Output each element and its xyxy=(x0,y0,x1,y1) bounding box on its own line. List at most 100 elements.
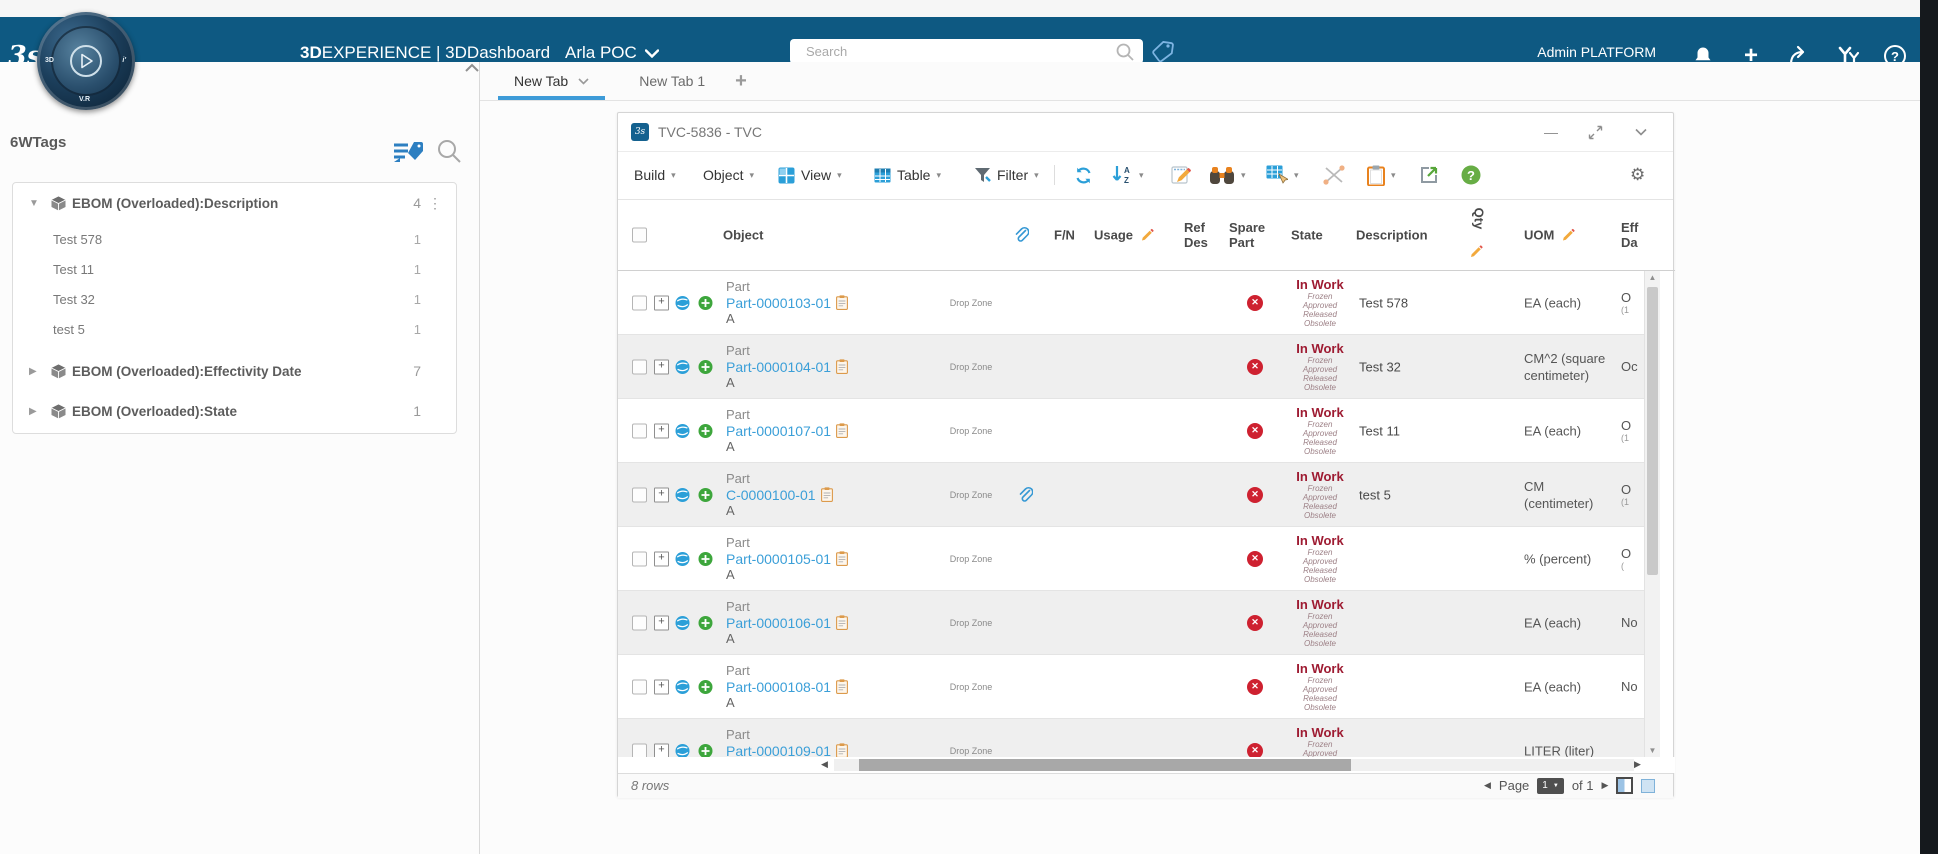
part-link[interactable]: Part-0000105-01 xyxy=(726,551,831,567)
page-select-dropdown[interactable]: 1▼ xyxy=(1537,778,1564,794)
select-all-checkbox[interactable] xyxy=(632,227,647,242)
part-link[interactable]: Part-0000107-01 xyxy=(726,423,831,439)
column-select-icon[interactable]: ▾ xyxy=(1266,151,1299,199)
row-checkbox[interactable] xyxy=(632,295,647,310)
account-label[interactable]: Admin PLATFORM xyxy=(1510,44,1656,60)
globe-icon[interactable] xyxy=(675,423,690,438)
toolbar-help-icon[interactable]: ? xyxy=(1461,151,1481,199)
tag-item-row[interactable]: Test 578 1 xyxy=(13,224,456,254)
column-header-attachment-paperclip-icon[interactable] xyxy=(1014,226,1029,243)
scroll-right-icon[interactable]: ▶ xyxy=(1634,759,1641,770)
column-header-state[interactable]: State xyxy=(1291,227,1323,242)
row-checkbox[interactable] xyxy=(632,615,647,630)
column-header-uom[interactable]: UOM xyxy=(1524,227,1575,242)
find-binoculars-icon[interactable]: ▾ xyxy=(1209,151,1246,199)
row-checkbox[interactable] xyxy=(632,743,647,757)
clipboard-mini-icon[interactable] xyxy=(836,423,848,438)
next-page-icon[interactable]: ▶ xyxy=(1602,780,1609,791)
search-input[interactable] xyxy=(804,43,1115,60)
tag-item-row[interactable]: test 5 1 xyxy=(13,314,456,344)
table-menu[interactable]: Table▾ xyxy=(874,151,941,199)
3dcompass-icon[interactable]: 3D V.R i' xyxy=(37,12,135,110)
drop-zone[interactable]: Drop Zone xyxy=(936,746,1006,756)
drop-zone[interactable]: Drop Zone xyxy=(936,618,1006,628)
column-header-ref-des[interactable]: Ref Des xyxy=(1184,220,1226,250)
refresh-icon[interactable] xyxy=(1074,151,1093,199)
tag-group-row[interactable]: ▶ EBOM (Overloaded):State 1 xyxy=(13,396,456,426)
filter-menu[interactable]: Filter▾ xyxy=(974,151,1039,199)
export-icon[interactable] xyxy=(1419,151,1439,199)
clipboard-mini-icon[interactable] xyxy=(821,487,833,502)
expand-toggle-icon[interactable]: + xyxy=(654,551,669,566)
row-checkbox[interactable] xyxy=(632,551,647,566)
tab-menu-chevron-icon[interactable] xyxy=(578,78,589,85)
add-child-icon[interactable] xyxy=(698,487,713,502)
sidebar-splitter[interactable] xyxy=(479,62,480,854)
globe-icon[interactable] xyxy=(675,359,690,374)
vertical-scrollbar[interactable]: ▲ ▼ xyxy=(1644,271,1660,757)
column-header-usage[interactable]: Usage xyxy=(1094,227,1154,242)
drop-zone[interactable]: Drop Zone xyxy=(936,426,1006,436)
scroll-up-icon[interactable]: ▲ xyxy=(1645,273,1660,282)
clipboard-mini-icon[interactable] xyxy=(836,295,848,310)
clipboard-mini-icon[interactable] xyxy=(836,679,848,694)
drop-zone[interactable]: Drop Zone xyxy=(936,490,1006,500)
tag-item-row[interactable]: Test 11 1 xyxy=(13,254,456,284)
object-menu[interactable]: Object▾ xyxy=(703,151,754,199)
add-child-icon[interactable] xyxy=(698,615,713,630)
column-header-eff-date[interactable]: Eff Da xyxy=(1621,220,1653,250)
expand-toggle-icon[interactable]: + xyxy=(654,423,669,438)
add-child-icon[interactable] xyxy=(698,295,713,310)
gear-icon[interactable]: ⚙ xyxy=(1630,165,1645,185)
expand-triangle-icon[interactable]: ▶ xyxy=(29,406,43,417)
6wtags-search-icon[interactable] xyxy=(1150,38,1177,65)
expand-toggle-icon[interactable]: + xyxy=(654,615,669,630)
dashboard-context-selector[interactable]: Arla POC xyxy=(565,43,659,63)
add-child-icon[interactable] xyxy=(698,359,713,374)
column-header-spare-part[interactable]: Spare Part xyxy=(1229,220,1277,250)
dashboard-tab[interactable]: New Tab xyxy=(498,62,605,100)
attachment-paperclip-icon[interactable] xyxy=(1018,486,1033,503)
drop-zone[interactable]: Drop Zone xyxy=(936,298,1006,308)
sort-icon[interactable]: AZ ▾ xyxy=(1112,151,1144,199)
dashboard-tab[interactable]: New Tab 1 xyxy=(623,62,721,100)
expand-triangle-icon[interactable]: ▶ xyxy=(29,366,43,377)
part-link[interactable]: Part-0000106-01 xyxy=(726,615,831,631)
sidebar-collapse-icon[interactable] xyxy=(464,62,480,76)
column-header-fn[interactable]: F/N xyxy=(1054,227,1075,242)
add-child-icon[interactable] xyxy=(698,679,713,694)
clipboard-icon[interactable]: ▾ xyxy=(1367,151,1396,199)
kebab-menu-icon[interactable]: ⋮ xyxy=(428,195,442,212)
expand-toggle-icon[interactable]: + xyxy=(654,679,669,694)
globe-icon[interactable] xyxy=(675,615,690,630)
view-menu[interactable]: View▾ xyxy=(778,151,842,199)
globe-icon[interactable] xyxy=(675,487,690,502)
disconnect-icon[interactable] xyxy=(1322,151,1346,199)
vertical-scrollbar-thumb[interactable] xyxy=(1647,287,1658,575)
globe-icon[interactable] xyxy=(675,743,690,757)
drop-zone[interactable]: Drop Zone xyxy=(936,554,1006,564)
tag-filter-icon[interactable] xyxy=(392,138,426,168)
expand-toggle-icon[interactable]: + xyxy=(654,295,669,310)
column-header-description[interactable]: Description xyxy=(1356,227,1428,242)
edit-icon[interactable] xyxy=(1171,151,1191,199)
expand-toggle-icon[interactable]: + xyxy=(654,359,669,374)
part-link[interactable]: Part-0000109-01 xyxy=(726,743,831,758)
view-mode-full-icon[interactable] xyxy=(1616,777,1633,794)
globe-icon[interactable] xyxy=(675,295,690,310)
row-checkbox[interactable] xyxy=(632,487,647,502)
add-child-icon[interactable] xyxy=(698,423,713,438)
row-checkbox[interactable] xyxy=(632,359,647,374)
expand-toggle-icon[interactable]: + xyxy=(654,743,669,757)
tag-item-row[interactable]: Test 32 1 xyxy=(13,284,456,314)
column-header-object[interactable]: Object xyxy=(723,227,763,242)
part-link[interactable]: Part-0000104-01 xyxy=(726,359,831,375)
widget-maximize-icon[interactable] xyxy=(1584,121,1606,143)
row-checkbox[interactable] xyxy=(632,679,647,694)
scroll-down-icon[interactable]: ▼ xyxy=(1645,746,1660,755)
part-link[interactable]: C-0000100-01 xyxy=(726,487,816,503)
drop-zone[interactable]: Drop Zone xyxy=(936,362,1006,372)
part-link[interactable]: Part-0000108-01 xyxy=(726,679,831,695)
search-icon[interactable] xyxy=(1115,42,1135,62)
row-checkbox[interactable] xyxy=(632,423,647,438)
